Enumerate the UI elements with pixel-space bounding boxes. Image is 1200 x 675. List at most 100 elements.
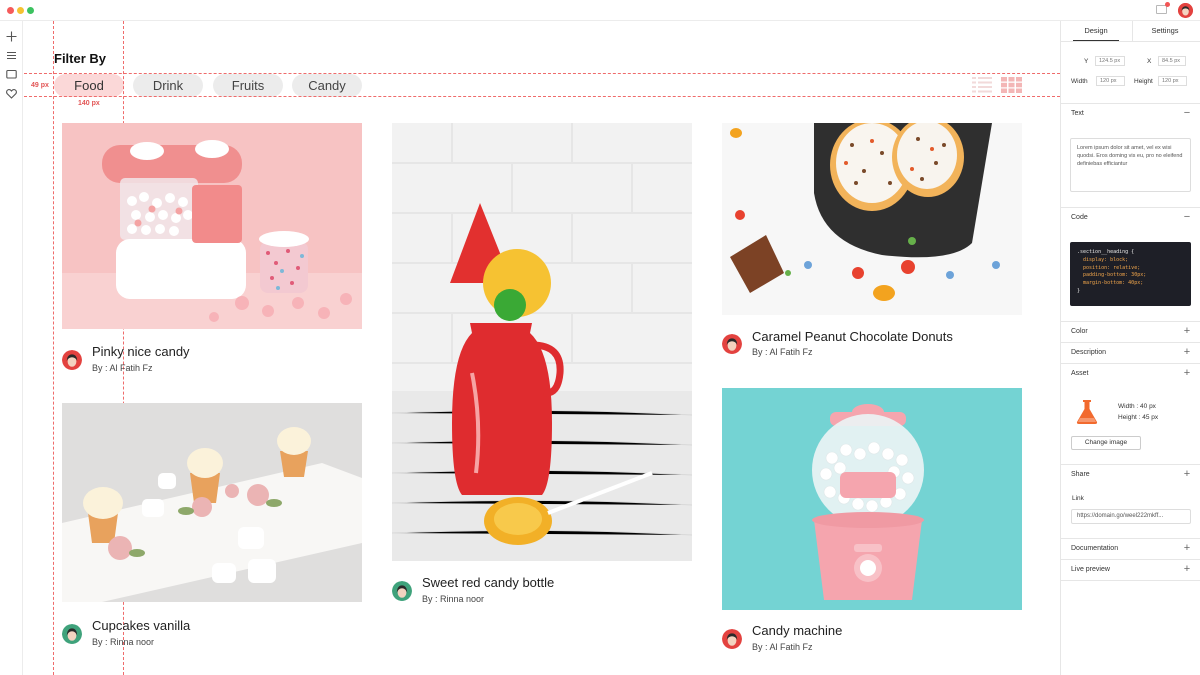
tab-settings[interactable]: Settings [1141, 21, 1189, 41]
title-bar [0, 0, 1200, 21]
section-divider [1061, 580, 1200, 581]
guide-width-label: 140 px [78, 100, 100, 107]
documentation-section-header[interactable]: Documentation + [1061, 538, 1200, 558]
maximize-window-button[interactable] [27, 7, 34, 14]
author-avatar[interactable] [62, 624, 82, 644]
avatar-face-icon [722, 629, 742, 649]
code-line: .section__heading { [1077, 249, 1135, 255]
cupcakes-photo[interactable] [62, 403, 362, 602]
card-author: By : Al Fatih Fz [752, 347, 813, 357]
card-title[interactable]: Sweet red candy bottle [422, 575, 554, 590]
section-title: Share [1071, 471, 1090, 478]
heart-icon[interactable] [5, 87, 18, 100]
grid-view-icon[interactable] [1001, 77, 1022, 93]
code-line: padding-bottom: 30px; [1077, 272, 1147, 279]
section-title: Live preview [1071, 566, 1110, 573]
flask-icon [1076, 400, 1098, 424]
color-section-header[interactable]: Color + [1061, 321, 1200, 341]
section-title: Documentation [1071, 545, 1119, 552]
expand-icon[interactable]: + [1181, 325, 1193, 337]
author-avatar[interactable] [392, 581, 412, 601]
gumball-machine-photo[interactable] [722, 388, 1022, 610]
red-candy-bottle-photo[interactable] [392, 123, 692, 561]
chip-food[interactable]: Food [54, 74, 124, 97]
expand-icon[interactable]: + [1181, 346, 1193, 358]
chip-fruits[interactable]: Fruits [213, 74, 283, 97]
menu-icon[interactable] [5, 49, 18, 62]
code-line: position: relative; [1077, 264, 1141, 271]
guide-line-left [53, 21, 54, 675]
code-line: } [1077, 287, 1081, 294]
expand-icon[interactable]: + [1181, 468, 1193, 480]
expand-icon[interactable]: + [1181, 542, 1193, 554]
asset-height-text: Height : 45 px [1118, 414, 1159, 421]
author-avatar[interactable] [62, 350, 82, 370]
text-section-header[interactable]: Text − [1061, 103, 1200, 123]
message-icon[interactable] [5, 68, 18, 81]
author-avatar[interactable] [722, 334, 742, 354]
description-section-header[interactable]: Description + [1061, 342, 1200, 362]
section-title: Code [1071, 214, 1088, 221]
height-input[interactable]: 120 px [1158, 76, 1187, 86]
expand-icon[interactable]: + [1181, 563, 1193, 575]
app-window: Filter By Food Drink Fruits Candy 49 px … [0, 0, 1200, 675]
card-title[interactable]: Pinky nice candy [92, 344, 190, 359]
text-content-field[interactable]: Lorem ipsum dolor sit amet, vel ex wisi … [1070, 138, 1191, 192]
avatar-face-icon [1178, 3, 1193, 18]
minimize-window-button[interactable] [17, 7, 24, 14]
properties-panel: Design Settings Y 124.5 px X 84.5 px Wid… [1060, 21, 1200, 675]
expand-icon[interactable]: + [1181, 367, 1193, 379]
x-label: X [1147, 58, 1152, 65]
width-input[interactable]: 120 px [1096, 76, 1125, 86]
mail-icon[interactable] [1156, 2, 1170, 14]
section-title: Description [1071, 349, 1107, 356]
card-title[interactable]: Candy machine [752, 623, 842, 638]
card-author: By : Al Fatih Fz [92, 363, 153, 373]
candy-dispenser-photo[interactable] [62, 123, 362, 329]
list-view-icon[interactable] [972, 77, 992, 93]
live-preview-section-header[interactable]: Live preview + [1061, 559, 1200, 579]
link-label: Link [1072, 495, 1084, 502]
avatar-face-icon [62, 350, 82, 370]
card-author: By : Rinna noor [422, 594, 485, 604]
code-editor[interactable]: .section__heading { display: block; posi… [1070, 242, 1191, 306]
y-label: Y [1084, 58, 1089, 65]
card-title[interactable]: Caramel Peanut Chocolate Donuts [752, 329, 953, 344]
left-toolbar [0, 21, 23, 675]
chip-drink[interactable]: Drink [133, 74, 203, 97]
tabs-divider [1061, 41, 1200, 42]
plus-icon[interactable] [5, 30, 18, 43]
section-title: Color [1071, 328, 1088, 335]
user-avatar[interactable] [1178, 3, 1193, 18]
tab-design[interactable]: Design [1073, 21, 1119, 41]
share-link-input[interactable]: https://domain.go/weel222mkff... [1071, 509, 1191, 524]
card-author: By : Al Fatih Fz [752, 642, 813, 652]
code-section-header[interactable]: Code − [1061, 207, 1200, 227]
section-title: Asset [1071, 370, 1089, 377]
filter-title: Filter By [54, 51, 107, 66]
change-image-button[interactable]: Change image [1071, 436, 1141, 450]
share-section-header[interactable]: Share + [1061, 464, 1200, 484]
asset-section-header[interactable]: Asset + [1061, 363, 1200, 383]
close-window-button[interactable] [7, 7, 14, 14]
width-label: Width [1071, 78, 1088, 85]
y-input[interactable]: 124.5 px [1095, 56, 1125, 66]
author-avatar[interactable] [722, 629, 742, 649]
chip-candy[interactable]: Candy [292, 74, 362, 97]
card-title[interactable]: Cupcakes vanilla [92, 618, 190, 633]
collapse-icon[interactable]: − [1181, 211, 1193, 223]
tabs-separator [1132, 21, 1133, 41]
asset-width-text: Width : 40 px [1118, 403, 1156, 410]
code-line: margin-bottom: 40px; [1077, 280, 1144, 287]
guide-line-top [24, 73, 1060, 74]
code-line: display: block; [1077, 256, 1129, 263]
x-input[interactable]: 84.5 px [1158, 56, 1186, 66]
section-title: Text [1071, 110, 1084, 117]
main-canvas: Filter By Food Drink Fruits Candy 49 px … [24, 21, 1060, 675]
card-author: By : Rinna noor [92, 637, 155, 647]
guide-height-label: 49 px [31, 82, 49, 89]
guide-line-bottom [24, 96, 1060, 97]
donuts-photo[interactable] [722, 123, 1022, 315]
collapse-icon[interactable]: − [1181, 107, 1193, 119]
avatar-face-icon [62, 624, 82, 644]
